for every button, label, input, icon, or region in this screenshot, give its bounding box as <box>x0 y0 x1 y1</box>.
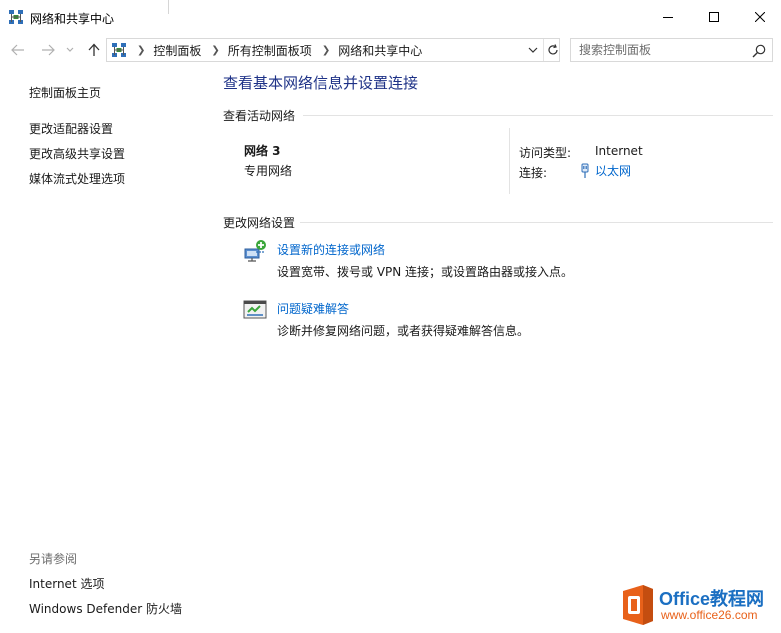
close-icon <box>755 12 765 22</box>
chevron-right-icon[interactable]: ❯ <box>211 45 219 56</box>
address-bar[interactable]: ❯ 控制面板 ❯ 所有控制面板项 ❯ 网络和共享中心 <box>106 38 560 62</box>
access-type-label: 访问类型: <box>519 146 572 160</box>
minimize-button[interactable] <box>645 0 691 34</box>
back-button[interactable] <box>8 40 28 60</box>
close-button[interactable] <box>737 0 781 34</box>
troubleshoot-description: 诊断并修复网络问题，或者获得疑难解答信息。 <box>277 324 530 338</box>
control-panel-home-link[interactable]: 控制面板主页 <box>29 84 101 101</box>
active-networks-heading: 查看活动网络 <box>223 109 296 123</box>
address-dropdown-button[interactable] <box>525 42 541 58</box>
breadcrumb: ❯ 控制面板 ❯ 所有控制面板项 ❯ 网络和共享中心 <box>131 39 426 61</box>
new-connection-icon[interactable] <box>243 238 267 262</box>
change-settings-heading: 更改网络设置 <box>223 216 296 230</box>
network-name: 网络 3 <box>244 144 281 158</box>
forward-button[interactable] <box>38 40 58 60</box>
chevron-down-icon <box>66 47 74 52</box>
up-arrow-icon <box>88 43 100 56</box>
up-button[interactable] <box>84 40 104 60</box>
watermark-logo: Office教程网 www.office26.com <box>617 583 777 627</box>
chevron-right-icon[interactable]: ❯ <box>137 45 145 56</box>
section-divider <box>303 115 773 116</box>
search-box[interactable] <box>570 38 773 62</box>
chevron-right-icon[interactable]: ❯ <box>322 45 330 56</box>
vertical-divider <box>509 128 510 194</box>
breadcrumb-control-panel[interactable]: 控制面板 <box>153 42 201 59</box>
ethernet-icon <box>581 163 589 178</box>
see-also-heading: 另请参阅 <box>29 552 78 566</box>
watermark-url: www.office26.com <box>661 608 758 622</box>
search-icon[interactable] <box>751 43 767 59</box>
connection-value[interactable]: 以太网 <box>595 162 631 179</box>
office-logo-icon <box>617 583 657 627</box>
recent-locations-button[interactable] <box>64 40 76 60</box>
back-arrow-icon <box>11 44 24 56</box>
connection-label: 连接: <box>519 166 548 180</box>
access-type-value: Internet <box>595 144 643 158</box>
background-window-edge <box>168 0 169 14</box>
left-pane: 控制面板主页 更改适配器设置 更改高级共享设置 媒体流式处理选项 另请参阅 In… <box>0 64 210 633</box>
setup-connection-description: 设置宽带、拨号或 VPN 连接；或设置路由器或接入点。 <box>277 265 574 279</box>
refresh-icon <box>547 44 558 55</box>
sidebar-item-media-streaming[interactable]: 媒体流式处理选项 <box>29 170 125 187</box>
navigation-bar: ❯ 控制面板 ❯ 所有控制面板项 ❯ 网络和共享中心 <box>0 36 781 64</box>
network-icon <box>8 9 24 25</box>
troubleshoot-icon[interactable] <box>243 298 267 322</box>
sidebar-item-adapter-settings[interactable]: 更改适配器设置 <box>29 120 113 137</box>
chevron-down-icon <box>528 47 538 53</box>
sidebar-item-advanced-sharing[interactable]: 更改高级共享设置 <box>29 145 125 162</box>
control-panel-icon <box>111 42 127 58</box>
maximize-icon <box>709 12 719 22</box>
network-category[interactable]: 专用网络 <box>244 162 292 179</box>
troubleshoot-link[interactable]: 问题疑难解答 <box>277 300 349 317</box>
section-divider <box>300 222 773 223</box>
forward-arrow-icon <box>42 44 55 56</box>
defender-firewall-link[interactable]: Windows Defender 防火墙 <box>29 600 182 617</box>
breadcrumb-network-center[interactable]: 网络和共享中心 <box>338 42 422 59</box>
internet-options-link[interactable]: Internet 选项 <box>29 575 104 592</box>
refresh-button[interactable] <box>543 39 561 61</box>
setup-connection-link[interactable]: 设置新的连接或网络 <box>277 241 385 258</box>
window-title: 网络和共享中心 <box>30 12 115 26</box>
page-title: 查看基本网络信息并设置连接 <box>223 74 419 92</box>
search-input[interactable] <box>579 42 749 58</box>
breadcrumb-all-items[interactable]: 所有控制面板项 <box>228 42 312 59</box>
title-bar: 网络和共享中心 <box>0 0 781 36</box>
ethernet-connection-link[interactable]: 以太网 <box>579 162 631 179</box>
minimize-icon <box>663 17 673 18</box>
maximize-button[interactable] <box>691 0 737 34</box>
